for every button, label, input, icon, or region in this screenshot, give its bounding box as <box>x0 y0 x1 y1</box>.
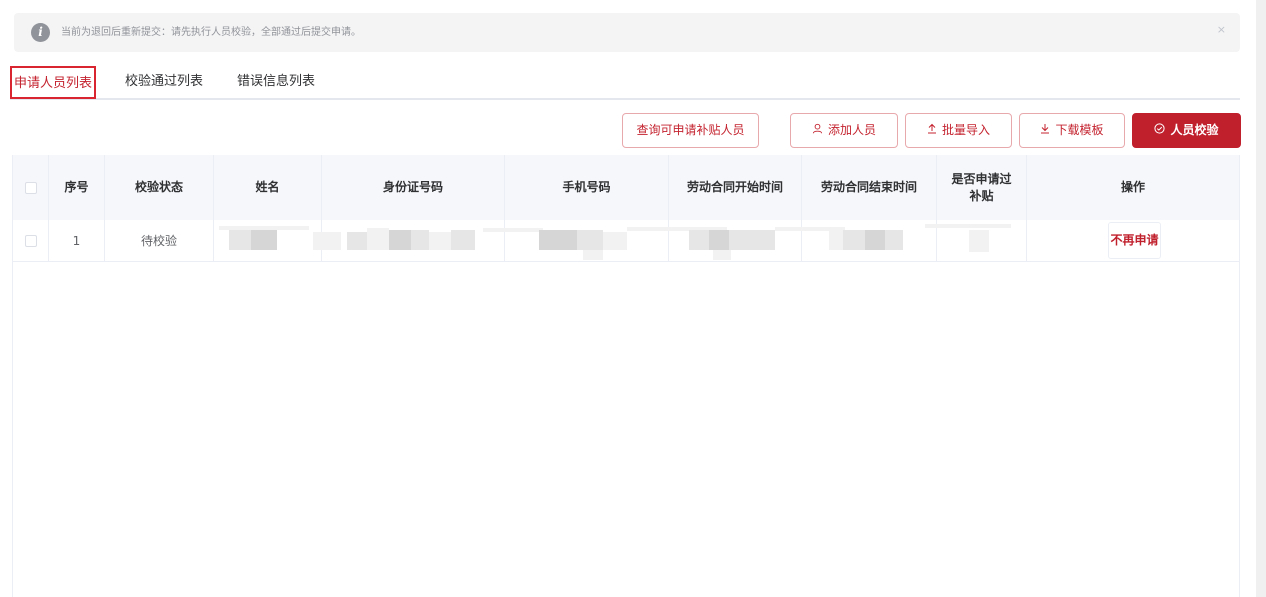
batch-import-label: 批量导入 <box>941 123 990 137</box>
table-header: 序号 校验状态 姓名 身份证号码 手机号码 劳动合同开始时间 劳动合同结束时间 … <box>13 155 1239 220</box>
redaction-mosaic <box>969 230 989 252</box>
header-index: 序号 <box>49 155 105 220</box>
redaction-mosaic <box>367 228 389 250</box>
tab-passed-list[interactable]: 校验通过列表 <box>125 66 203 99</box>
redaction-mosaic <box>389 230 411 250</box>
redaction-mosaic <box>451 230 475 250</box>
download-template-button[interactable]: 下载模板 <box>1019 113 1125 148</box>
download-icon <box>1040 114 1050 147</box>
header-contract-start: 劳动合同开始时间 <box>669 155 802 220</box>
redaction-mosaic <box>411 230 429 250</box>
redaction-mosaic <box>347 232 367 250</box>
check-circle-icon <box>1154 114 1166 147</box>
redaction-mosaic <box>603 232 627 250</box>
info-alert: i 当前为退回后重新提交：请先执行人员校验，全部通过后提交申请。 × <box>14 13 1240 52</box>
user-icon <box>812 114 823 147</box>
redaction-mosaic <box>713 250 731 260</box>
query-eligible-label: 查询可申请补贴人员 <box>636 123 745 137</box>
close-icon[interactable]: × <box>1217 23 1226 36</box>
page: i 当前为退回后重新提交：请先执行人员校验，全部通过后提交申请。 × 申请人员列… <box>0 0 1266 597</box>
row-status: 待校验 <box>105 220 214 261</box>
redaction-mosaic <box>577 230 603 250</box>
applicant-table: 序号 校验状态 姓名 身份证号码 手机号码 劳动合同开始时间 劳动合同结束时间 … <box>12 155 1240 597</box>
add-person-label: 添加人员 <box>827 123 876 137</box>
row-checkbox[interactable] <box>24 234 37 247</box>
redaction-mosaic <box>843 230 865 250</box>
scrollbar[interactable] <box>1256 0 1266 597</box>
tab-bar: 申请人员列表 校验通过列表 错误信息列表 <box>10 66 1240 100</box>
redaction-mosaic <box>865 230 885 250</box>
header-phone: 手机号码 <box>505 155 669 220</box>
redaction-mosaic <box>583 250 603 260</box>
redaction-mosaic <box>313 232 341 250</box>
redaction-mosaic <box>539 230 577 250</box>
table-row: 1 待校验 不再申请 <box>13 220 1239 262</box>
header-contract-end: 劳动合同结束时间 <box>802 155 937 220</box>
header-applied: 是否申请过 补贴 <box>937 155 1027 220</box>
redaction-mosaic <box>709 230 729 250</box>
no-reapply-button[interactable]: 不再申请 <box>1108 222 1161 259</box>
upload-icon <box>927 114 937 147</box>
redaction-mosaic <box>251 230 277 250</box>
header-name: 姓名 <box>214 155 322 220</box>
header-id-number: 身份证号码 <box>322 155 505 220</box>
query-eligible-button[interactable]: 查询可申请补贴人员 <box>622 113 759 148</box>
redaction-mosaic <box>925 224 1011 228</box>
redaction-mosaic <box>729 230 775 250</box>
redaction-mosaic <box>689 230 709 250</box>
redaction-mosaic <box>885 230 903 250</box>
redaction-mosaic <box>429 232 451 250</box>
download-template-label: 下载模板 <box>1055 123 1104 137</box>
header-applied-line1: 是否申请过 <box>951 171 1012 186</box>
select-all-checkbox[interactable] <box>24 181 37 194</box>
row-index: 1 <box>49 220 105 261</box>
alert-text: 当前为退回后重新提交：请先执行人员校验，全部通过后提交申请。 <box>61 27 361 38</box>
tab-error-list[interactable]: 错误信息列表 <box>237 66 315 99</box>
row-select-cell <box>13 220 49 261</box>
header-action: 操作 <box>1120 180 1145 194</box>
redaction-mosaic <box>483 228 543 232</box>
verify-personnel-button[interactable]: 人员校验 <box>1132 113 1241 148</box>
tab-applicant-list[interactable]: 申请人员列表 <box>10 66 96 99</box>
batch-import-button[interactable]: 批量导入 <box>905 113 1012 148</box>
info-icon: i <box>31 23 50 42</box>
add-person-button[interactable]: 添加人员 <box>790 113 898 148</box>
select-all-cell <box>13 155 49 220</box>
redaction-mosaic <box>229 230 251 250</box>
redaction-mosaic <box>829 230 843 250</box>
header-applied-line2: 补贴 <box>969 188 994 203</box>
verify-personnel-label: 人员校验 <box>1170 123 1219 137</box>
header-status: 校验状态 <box>105 155 214 220</box>
